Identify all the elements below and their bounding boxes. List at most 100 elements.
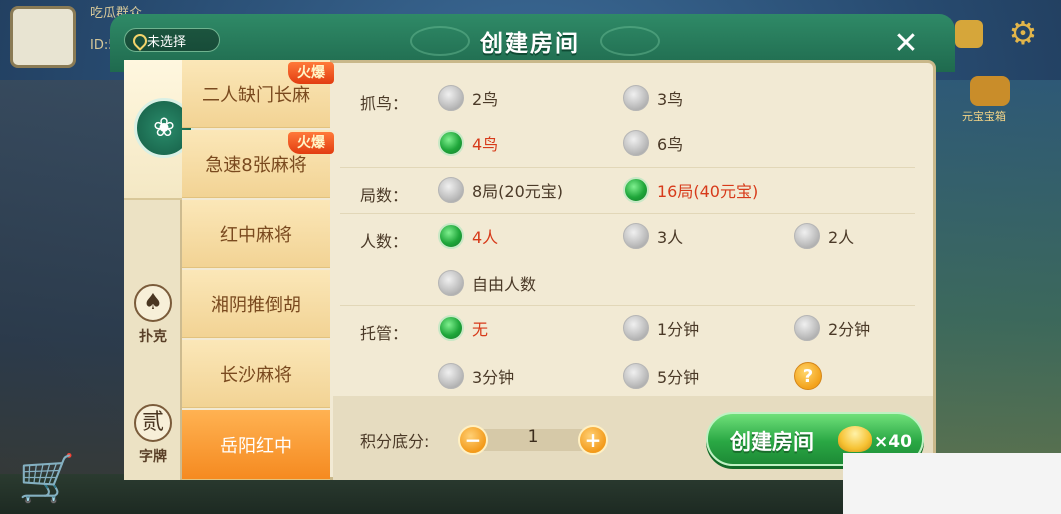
- birds-label: 抓鸟：: [360, 94, 409, 113]
- option-label: 8局(20元宝): [472, 182, 564, 201]
- option-label: 16局(40元宝): [657, 182, 759, 201]
- shop-cart-icon[interactable]: 🛒: [18, 448, 98, 508]
- radio-button[interactable]: [623, 85, 649, 111]
- player-avatar[interactable]: [10, 6, 76, 68]
- option-label: 6鸟: [657, 135, 684, 154]
- rounds-option-8[interactable]: 8局(20元宝): [438, 177, 563, 203]
- category-poker-label: 扑克: [139, 329, 167, 345]
- option-row-players: 人数： 4人 3人 2人 自由人数: [340, 214, 915, 306]
- birds-option-3[interactable]: 3鸟: [623, 85, 683, 111]
- base-score-value: 1: [527, 427, 539, 447]
- hot-badge: 火爆: [288, 132, 334, 154]
- birds-option-6[interactable]: 6鸟: [623, 130, 683, 156]
- create-room-label: 创建房间: [730, 430, 814, 454]
- category-zipai[interactable]: 贰 字牌: [124, 380, 182, 490]
- radio-button[interactable]: [623, 130, 649, 156]
- radio-button[interactable]: [623, 223, 649, 249]
- option-row-trustee: 托管： 无 1分钟 2分钟 3分钟 5分钟 ?: [340, 306, 915, 396]
- radio-button[interactable]: [438, 85, 464, 111]
- radio-button[interactable]: [794, 315, 820, 341]
- base-score-stepper: 1 − +: [458, 425, 608, 455]
- increase-button[interactable]: +: [578, 425, 608, 455]
- option-label: 1分钟: [657, 320, 700, 339]
- create-cost-label: ×40: [874, 432, 912, 452]
- option-label: 3分钟: [472, 368, 515, 387]
- trustee-option-2min[interactable]: 2分钟: [794, 315, 870, 341]
- trustee-option-3min[interactable]: 3分钟: [438, 363, 514, 389]
- tab-label: 急速8张麻将: [205, 154, 307, 176]
- radio-button[interactable]: [794, 223, 820, 249]
- location-label: 未选择: [147, 34, 187, 50]
- trustee-option-5min[interactable]: 5分钟: [623, 363, 699, 389]
- radio-button[interactable]: [438, 270, 464, 296]
- option-label: 自由人数: [472, 275, 537, 294]
- corner-overlay: [843, 453, 1061, 514]
- tab-label: 二人缺门长麻: [202, 84, 310, 106]
- category-mahjong[interactable]: ❀: [124, 60, 194, 200]
- game-type-tabs: 二人缺门长麻 火爆 急速8张麻将 火爆 红中麻将 湘阴推倒胡 长沙麻将 岳阳红中: [182, 60, 334, 480]
- tab-label: 红中麻将: [220, 224, 292, 246]
- room-options: 抓鸟： 2鸟 3鸟 4鸟 6鸟 局数： 8局(20元宝) 16局(40元宝) 人…: [340, 60, 915, 395]
- hot-badge: 火爆: [288, 62, 334, 84]
- option-label: 2人: [828, 228, 855, 247]
- gear-icon[interactable]: ⚙: [1006, 16, 1040, 50]
- tab-jisu-8zhang-majiang[interactable]: 急速8张麻将 火爆: [182, 130, 334, 198]
- players-option-3[interactable]: 3人: [623, 223, 683, 249]
- help-icon[interactable]: ?: [794, 362, 822, 390]
- option-row-birds: 抓鸟： 2鸟 3鸟 4鸟 6鸟: [340, 60, 915, 168]
- category-zipai-label: 字牌: [139, 449, 167, 465]
- base-score-label: 积分底分:: [360, 432, 430, 451]
- gold-ingot-icon: [838, 426, 872, 452]
- birds-option-2[interactable]: 2鸟: [438, 85, 498, 111]
- shirt-icon[interactable]: [955, 20, 983, 48]
- tab-xiangyin-tuidaohu[interactable]: 湘阴推倒胡: [182, 270, 330, 338]
- rounds-option-16[interactable]: 16局(40元宝): [623, 177, 758, 203]
- radio-button-selected[interactable]: [623, 177, 649, 203]
- option-label: 2鸟: [472, 90, 499, 109]
- option-label: 2分钟: [828, 320, 871, 339]
- option-label: 3人: [657, 228, 684, 247]
- tab-yueyang-hongzhong[interactable]: 岳阳红中: [182, 410, 330, 480]
- tab-hongzhong-majiang[interactable]: 红中麻将: [182, 200, 330, 268]
- trustee-option-none[interactable]: 无: [438, 315, 488, 341]
- zipai-icon: 贰: [134, 404, 172, 442]
- modal-title: 创建房间: [480, 31, 580, 57]
- trustee-option-1min[interactable]: 1分钟: [623, 315, 699, 341]
- rounds-label: 局数：: [360, 186, 409, 205]
- players-option-4[interactable]: 4人: [438, 223, 498, 249]
- option-label: 5分钟: [657, 368, 700, 387]
- treasure-chest-icon: [970, 76, 1010, 106]
- treasure-box-button[interactable]: 元宝宝箱: [940, 70, 1060, 132]
- tab-label: 长沙麻将: [220, 364, 292, 386]
- radio-button-selected[interactable]: [438, 130, 464, 156]
- radio-button-selected[interactable]: [438, 315, 464, 341]
- option-label: 3鸟: [657, 90, 684, 109]
- tab-erren-quemen-changma[interactable]: 二人缺门长麻 火爆: [182, 60, 334, 128]
- radio-button-selected[interactable]: [438, 223, 464, 249]
- decrease-button[interactable]: −: [458, 425, 488, 455]
- location-pin-icon: [133, 34, 143, 46]
- tab-changsha-majiang[interactable]: 长沙麻将: [182, 340, 330, 408]
- tab-label: 岳阳红中: [220, 435, 292, 457]
- birds-option-4[interactable]: 4鸟: [438, 130, 498, 156]
- trustee-label: 托管：: [360, 324, 409, 343]
- treasure-box-label: 元宝宝箱: [962, 110, 1006, 123]
- radio-button[interactable]: [438, 363, 464, 389]
- location-selector[interactable]: 未选择: [124, 28, 220, 52]
- option-label: 无: [472, 320, 489, 339]
- close-button[interactable]: ✕: [886, 26, 926, 62]
- radio-button[interactable]: [623, 363, 649, 389]
- category-column: ❀ ♠ 扑克 贰 字牌: [124, 60, 194, 480]
- players-label: 人数：: [360, 232, 409, 251]
- radio-button[interactable]: [623, 315, 649, 341]
- players-option-2[interactable]: 2人: [794, 223, 854, 249]
- radio-button[interactable]: [438, 177, 464, 203]
- players-option-free[interactable]: 自由人数: [438, 270, 536, 296]
- tab-label: 湘阴推倒胡: [211, 294, 301, 316]
- option-row-rounds: 局数： 8局(20元宝) 16局(40元宝): [340, 168, 915, 214]
- spade-icon: ♠: [134, 284, 172, 322]
- option-label: 4鸟: [472, 135, 499, 154]
- category-poker[interactable]: ♠ 扑克: [124, 260, 182, 370]
- option-label: 4人: [472, 228, 499, 247]
- lobby-right-scenery: [931, 80, 1061, 514]
